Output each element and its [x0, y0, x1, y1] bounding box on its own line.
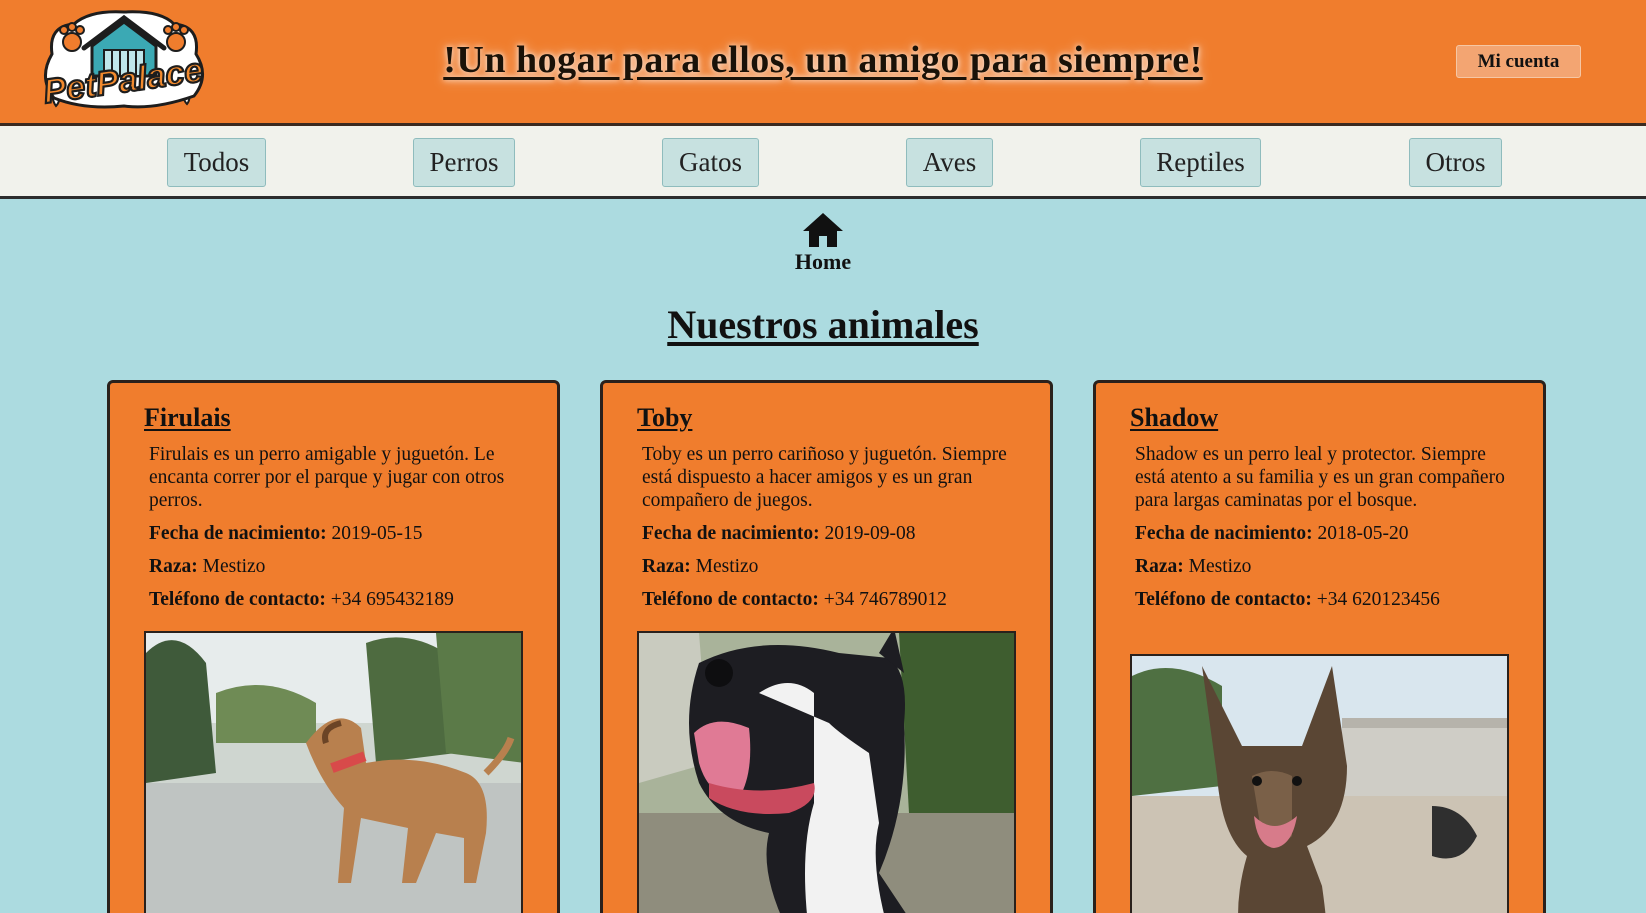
birth-date-row: Fecha de nacimiento: 2018-05-20: [1135, 522, 1515, 545]
phone-row: Teléfono de contacto: +34 746789012: [642, 588, 1022, 611]
animal-card: Toby Toby es un perro cariñoso y juguetó…: [600, 380, 1053, 913]
breed-label: Raza:: [1135, 556, 1184, 577]
birth-date-label: Fecha de nacimiento:: [642, 523, 820, 544]
birth-date-value: 2018-05-20: [1317, 523, 1409, 544]
breed-label: Raza:: [149, 556, 198, 577]
phone-label: Teléfono de contacto:: [149, 589, 326, 610]
category-button-perros[interactable]: Perros: [413, 138, 515, 187]
phone-value: +34 620123456: [1316, 589, 1440, 610]
phone-row: Teléfono de contacto: +34 695432189: [149, 588, 529, 611]
category-button-todos[interactable]: Todos: [167, 138, 266, 187]
site-header: PetPalace !Un hogar para ellos, un amigo…: [0, 0, 1646, 126]
animal-details: Firulais es un perro amigable y juguetón…: [149, 443, 529, 621]
animal-photo: [144, 631, 523, 913]
animal-details: Toby es un perro cariñoso y juguetón. Si…: [642, 443, 1022, 621]
animal-photo: [1130, 654, 1509, 913]
home-link[interactable]: Home: [773, 212, 873, 280]
animal-name-link[interactable]: Firulais: [144, 403, 231, 433]
phone-value: +34 695432189: [330, 589, 454, 610]
animal-details: Shadow es un perro leal y protector. Sie…: [1135, 443, 1515, 621]
breed-row: Raza: Mestizo: [642, 555, 1022, 578]
phone-label: Teléfono de contacto:: [1135, 589, 1312, 610]
breed-value: Mestizo: [202, 556, 266, 577]
phone-row: Teléfono de contacto: +34 620123456: [1135, 588, 1515, 611]
birth-date-row: Fecha de nacimiento: 2019-09-08: [642, 522, 1022, 545]
breed-value: Mestizo: [695, 556, 759, 577]
breed-row: Raza: Mestizo: [1135, 555, 1515, 578]
my-account-button[interactable]: Mi cuenta: [1456, 45, 1581, 78]
phone-value: +34 746789012: [823, 589, 947, 610]
category-button-reptiles[interactable]: Reptiles: [1140, 138, 1261, 187]
breed-row: Raza: Mestizo: [149, 555, 529, 578]
section-title: Nuestros animales: [667, 302, 979, 347]
home-label: Home: [794, 249, 852, 274]
home-icon: [803, 213, 843, 247]
birth-date-label: Fecha de nacimiento:: [149, 523, 327, 544]
birth-date-row: Fecha de nacimiento: 2019-05-15: [149, 522, 529, 545]
birth-date-value: 2019-05-15: [331, 523, 423, 544]
animal-name-link[interactable]: Toby: [637, 403, 692, 433]
category-button-otros[interactable]: Otros: [1409, 138, 1502, 187]
animal-description: Firulais es un perro amigable y juguetón…: [149, 444, 505, 511]
birth-date-label: Fecha de nacimiento:: [1135, 523, 1313, 544]
birth-date-value: 2019-09-08: [824, 523, 916, 544]
animal-card: Firulais Firulais es un perro amigable y…: [107, 380, 560, 913]
breed-value: Mestizo: [1188, 556, 1252, 577]
animal-description: Shadow es un perro leal y protector. Sie…: [1135, 444, 1505, 511]
animal-name-link[interactable]: Shadow: [1130, 403, 1218, 433]
animal-description: Toby es un perro cariñoso y juguetón. Si…: [642, 444, 1007, 511]
category-nav: Todos Perros Gatos Aves Reptiles Otros: [0, 126, 1646, 199]
category-button-aves[interactable]: Aves: [906, 138, 993, 187]
breed-label: Raza:: [642, 556, 691, 577]
site-slogan: !Un hogar para ellos, un amigo para siem…: [443, 39, 1203, 81]
animal-photo: [637, 631, 1016, 913]
animal-card: Shadow Shadow es un perro leal y protect…: [1093, 380, 1546, 913]
category-button-gatos[interactable]: Gatos: [662, 138, 759, 187]
phone-label: Teléfono de contacto:: [642, 589, 819, 610]
